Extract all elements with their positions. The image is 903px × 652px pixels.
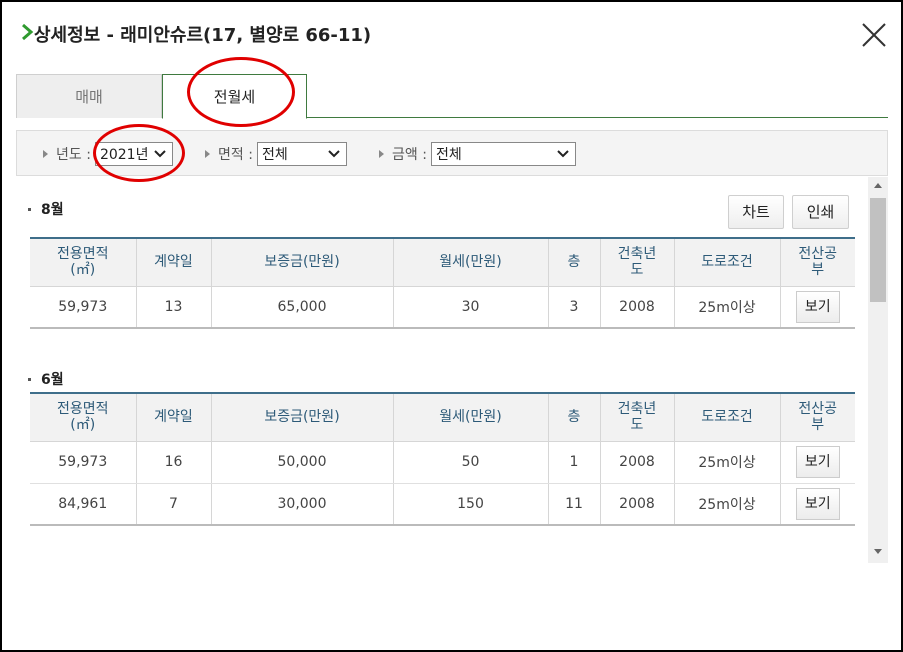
table-header-row: 전용면적 (㎡) 계약일 보증금(만원) 월세(만원) 층 건축년 도 도로조건 전… bbox=[30, 393, 855, 442]
amount-select[interactable]: 전체 bbox=[430, 142, 576, 166]
view-button[interactable]: 보기 bbox=[795, 487, 840, 520]
cell-day: 7 bbox=[136, 483, 212, 525]
col-area: 전용면적 (㎡) bbox=[30, 238, 137, 287]
year-select-value: 2021년 bbox=[99, 147, 149, 163]
vertical-scrollbar[interactable] bbox=[868, 177, 888, 563]
table-row: 59,973 13 65,000 30 3 2008 25m이상 보기 bbox=[30, 286, 855, 328]
col-built-year: 건축년 도 bbox=[600, 393, 675, 442]
filter-bar: 년도 : 2021년 면적 : 전체 금액 : 전체 bbox=[16, 130, 888, 176]
col-contract-day: 계약일 bbox=[136, 393, 212, 442]
filter-amount-label: 금액 : bbox=[392, 147, 427, 163]
cell-built: 2008 bbox=[600, 286, 675, 328]
col-document: 전산공 부 bbox=[780, 393, 855, 442]
col-floor: 층 bbox=[548, 393, 601, 442]
chevron-down-icon bbox=[328, 150, 340, 158]
cell-document: 보기 bbox=[780, 441, 855, 484]
col-deposit: 보증금(만원) bbox=[211, 393, 394, 442]
tab-sale[interactable]: 매매 bbox=[16, 74, 162, 118]
dialog-header: 상세정보 - 래미안슈르(17, 별양로 66-11) bbox=[2, 2, 901, 64]
filter-amount: 금액 : 전체 bbox=[379, 142, 576, 166]
amount-select-value: 전체 bbox=[435, 147, 462, 163]
cell-deposit: 50,000 bbox=[211, 441, 394, 484]
cell-road: 25m이상 bbox=[674, 286, 781, 328]
year-select[interactable]: 2021년 bbox=[94, 142, 173, 166]
cell-built: 2008 bbox=[600, 483, 675, 525]
chevron-down-icon bbox=[557, 150, 569, 158]
cell-day: 16 bbox=[136, 441, 212, 484]
table-row: 59,973 16 50,000 50 1 2008 25m이상 보기 bbox=[30, 441, 855, 484]
scroll-up-icon[interactable] bbox=[874, 183, 882, 188]
scroll-down-icon[interactable] bbox=[874, 549, 882, 554]
bullet-icon bbox=[28, 377, 31, 381]
triangle-right-icon bbox=[43, 150, 48, 158]
scrollbar-thumb[interactable] bbox=[870, 198, 886, 302]
col-road: 도로조건 bbox=[674, 393, 781, 442]
col-deposit: 보증금(만원) bbox=[211, 238, 394, 287]
transactions-table-aug: 전용면적 (㎡) 계약일 보증금(만원) 월세(만원) 층 건축년 도 도로조건 전… bbox=[30, 237, 855, 329]
filter-area: 면적 : 전체 bbox=[205, 142, 347, 166]
table-row: 84,961 7 30,000 150 11 2008 25m이상 보기 bbox=[30, 483, 855, 525]
month-label: 6월 bbox=[41, 372, 64, 388]
results-panel: 8월 차트 인쇄 전용면적 (㎡) 계약일 보증금(만원) 월세(만원) 층 건축… bbox=[16, 177, 888, 563]
cell-built: 2008 bbox=[600, 441, 675, 484]
chart-button[interactable]: 차트 bbox=[728, 195, 784, 229]
table-header-row: 전용면적 (㎡) 계약일 보증금(만원) 월세(만원) 층 건축년 도 도로조건 전… bbox=[30, 238, 855, 287]
cell-road: 25m이상 bbox=[674, 441, 781, 484]
print-button[interactable]: 인쇄 bbox=[792, 195, 849, 229]
transactions-table-jun: 전용면적 (㎡) 계약일 보증금(만원) 월세(만원) 층 건축년 도 도로조건 전… bbox=[30, 392, 855, 526]
triangle-right-icon bbox=[379, 150, 384, 158]
cell-rent: 50 bbox=[393, 441, 549, 484]
chevron-down-icon bbox=[154, 150, 166, 158]
close-icon[interactable] bbox=[859, 20, 889, 50]
col-area: 전용면적 (㎡) bbox=[30, 393, 137, 442]
cell-rent: 150 bbox=[393, 483, 549, 525]
area-select[interactable]: 전체 bbox=[256, 142, 347, 166]
month-label: 8월 bbox=[41, 202, 64, 218]
tab-rent[interactable]: 전월세 bbox=[162, 74, 307, 119]
dialog-title: 상세정보 - 래미안슈르(17, 별양로 66-11) bbox=[34, 25, 372, 46]
section-month-aug: 8월 bbox=[28, 199, 64, 219]
cell-floor: 11 bbox=[548, 483, 601, 525]
cell-document: 보기 bbox=[780, 286, 855, 328]
area-select-value: 전체 bbox=[261, 147, 288, 163]
col-built-year: 건축년 도 bbox=[600, 238, 675, 287]
filter-year-label: 년도 : bbox=[56, 147, 91, 163]
col-document: 전산공 부 bbox=[780, 238, 855, 287]
view-button[interactable]: 보기 bbox=[795, 290, 840, 323]
cell-road: 25m이상 bbox=[674, 483, 781, 525]
tab-bar: 매매 전월세 bbox=[16, 74, 888, 119]
col-floor: 층 bbox=[548, 238, 601, 287]
cell-day: 13 bbox=[136, 286, 212, 328]
bullet-icon bbox=[28, 207, 31, 211]
section-month-jun: 6월 bbox=[28, 369, 64, 389]
col-monthly-rent: 월세(만원) bbox=[393, 238, 549, 287]
cell-document: 보기 bbox=[780, 483, 855, 525]
cell-area: 59,973 bbox=[30, 441, 137, 484]
cell-deposit: 65,000 bbox=[211, 286, 394, 328]
triangle-right-icon bbox=[205, 150, 210, 158]
col-monthly-rent: 월세(만원) bbox=[393, 393, 549, 442]
col-road: 도로조건 bbox=[674, 238, 781, 287]
filter-year: 년도 : 2021년 bbox=[43, 142, 173, 166]
cell-deposit: 30,000 bbox=[211, 483, 394, 525]
view-button[interactable]: 보기 bbox=[795, 446, 840, 478]
cell-area: 59,973 bbox=[30, 286, 137, 328]
col-contract-day: 계약일 bbox=[136, 238, 212, 287]
filter-area-label: 면적 : bbox=[218, 147, 253, 163]
cell-floor: 3 bbox=[548, 286, 601, 328]
cell-area: 84,961 bbox=[30, 483, 137, 525]
cell-rent: 30 bbox=[393, 286, 549, 328]
cell-floor: 1 bbox=[548, 441, 601, 484]
